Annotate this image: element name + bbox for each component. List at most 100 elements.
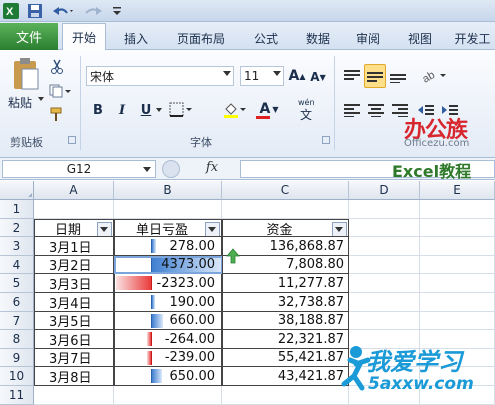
column-header[interactable]: E (420, 181, 495, 200)
table-header-cell[interactable]: 日期 (34, 219, 114, 237)
row-header[interactable]: 7 (0, 312, 34, 330)
column-header[interactable]: B (114, 181, 222, 200)
font-name-combo[interactable]: 宋体 (86, 66, 234, 86)
clipboard-launcher-icon[interactable] (68, 136, 76, 144)
align-center-icon[interactable] (366, 100, 386, 120)
grid-cell[interactable] (114, 200, 222, 219)
grid-cell[interactable] (349, 200, 420, 219)
row-header[interactable]: 3 (0, 237, 34, 256)
grid-cell[interactable] (349, 219, 420, 237)
table-header-cell[interactable]: 单日亏盈 (114, 219, 222, 237)
grid-cell[interactable] (420, 256, 495, 274)
capital-cell[interactable]: 55,421.87 (222, 349, 349, 367)
date-cell[interactable]: 3月5日 (34, 312, 114, 330)
table-header-cell[interactable]: 资金 (222, 219, 349, 237)
date-cell[interactable]: 3月2日 (34, 256, 114, 274)
capital-cell[interactable]: 32,738.87 (222, 293, 349, 312)
row-header[interactable]: 1 (0, 200, 34, 219)
profit-loss-cell[interactable]: 4373.00 (114, 256, 222, 274)
tab-page-layout[interactable]: 页面布局 (168, 27, 234, 49)
grid-cell[interactable] (222, 200, 349, 219)
tab-file[interactable]: 文件 (0, 23, 58, 50)
tab-formulas[interactable]: 公式 (244, 27, 288, 49)
grid-cell[interactable] (420, 237, 495, 256)
align-top-icon[interactable] (342, 66, 362, 86)
align-bottom-icon[interactable] (388, 66, 408, 86)
grid-cell[interactable] (420, 293, 495, 312)
grid-cell[interactable] (34, 200, 114, 219)
capital-cell[interactable]: 38,188.87 (222, 312, 349, 330)
column-header[interactable]: A (34, 181, 114, 200)
tab-view[interactable]: 视图 (398, 27, 442, 49)
column-header[interactable]: D (349, 181, 420, 200)
grid-cell[interactable] (349, 237, 420, 256)
profit-loss-cell[interactable]: -239.00 (114, 349, 222, 367)
date-cell[interactable]: 3月8日 (34, 367, 114, 386)
grid-cell[interactable] (349, 312, 420, 330)
insert-function-button[interactable]: fx (190, 160, 234, 178)
tab-data[interactable]: 数据 (298, 27, 338, 49)
filter-dropdown-icon[interactable] (332, 222, 347, 236)
italic-button[interactable]: I (112, 100, 132, 120)
redo-icon[interactable] (80, 3, 106, 19)
row-header[interactable]: 2 (0, 219, 34, 237)
grid-cell[interactable] (34, 386, 114, 405)
grid-cell[interactable] (349, 256, 420, 274)
capital-cell[interactable]: 22,321.87 (222, 330, 349, 349)
grid-cell[interactable] (349, 274, 420, 293)
column-header[interactable]: C (222, 181, 349, 200)
grid-cell[interactable] (420, 312, 495, 330)
row-header[interactable]: 9 (0, 349, 34, 367)
bold-button[interactable]: B (88, 100, 108, 120)
orientation-icon[interactable]: ab (420, 64, 450, 86)
name-box-dropdown-icon[interactable] (143, 167, 151, 172)
row-header[interactable]: 4 (0, 256, 34, 274)
capital-cell[interactable]: 11,277.87 (222, 274, 349, 293)
date-cell[interactable]: 3月4日 (34, 293, 114, 312)
profit-loss-cell[interactable]: 650.00 (114, 367, 222, 386)
name-box[interactable]: G12 (2, 160, 156, 178)
capital-cell[interactable]: 43,421.87 (222, 367, 349, 386)
date-cell[interactable]: 3月7日 (34, 349, 114, 367)
capital-cell[interactable]: 136,868.87 (222, 237, 349, 256)
grid-cell[interactable] (420, 200, 495, 219)
grid-cell[interactable] (114, 386, 222, 405)
paste-icon[interactable] (8, 56, 44, 92)
align-middle-icon[interactable] (364, 64, 386, 88)
profit-loss-cell[interactable]: -264.00 (114, 330, 222, 349)
tab-developer[interactable]: 开发工 (450, 27, 495, 49)
borders-icon[interactable] (168, 100, 194, 120)
tab-insert[interactable]: 插入 (114, 27, 158, 49)
save-icon[interactable] (26, 3, 44, 19)
profit-loss-cell[interactable]: -2323.00 (114, 274, 222, 293)
date-cell[interactable]: 3月1日 (34, 237, 114, 256)
grid-cell[interactable] (420, 274, 495, 293)
cut-icon[interactable] (48, 58, 66, 76)
date-cell[interactable]: 3月6日 (34, 330, 114, 349)
filter-dropdown-icon[interactable] (205, 222, 220, 236)
grow-font-button[interactable]: A ▲ (288, 66, 306, 86)
formula-cancel-icon[interactable] (162, 160, 180, 178)
row-header[interactable]: 5 (0, 274, 34, 293)
grid-cell[interactable] (222, 386, 349, 405)
grid-cell[interactable] (349, 293, 420, 312)
tab-home[interactable]: 开始 (62, 23, 106, 51)
profit-loss-cell[interactable]: 190.00 (114, 293, 222, 312)
phonetic-char[interactable]: 文 (300, 106, 316, 122)
filter-dropdown-icon[interactable] (97, 222, 112, 236)
profit-loss-cell[interactable]: 278.00 (114, 237, 222, 256)
paste-dropdown-icon[interactable] (38, 97, 44, 101)
shrink-font-button[interactable]: A ▼ (308, 68, 328, 86)
font-size-combo[interactable]: 11 (240, 66, 284, 86)
copy-icon[interactable] (48, 82, 74, 100)
font-launcher-icon[interactable] (322, 136, 330, 144)
customize-qat-icon[interactable] (110, 3, 124, 19)
tab-review[interactable]: 审阅 (346, 27, 390, 49)
format-painter-icon[interactable] (48, 106, 66, 124)
profit-loss-cell[interactable]: 660.00 (114, 312, 222, 330)
select-all-corner[interactable] (0, 181, 34, 200)
row-header[interactable]: 10 (0, 367, 34, 386)
underline-button[interactable]: U (136, 100, 156, 120)
row-header[interactable]: 6 (0, 293, 34, 312)
capital-cell[interactable]: 7,808.80 (222, 256, 349, 274)
